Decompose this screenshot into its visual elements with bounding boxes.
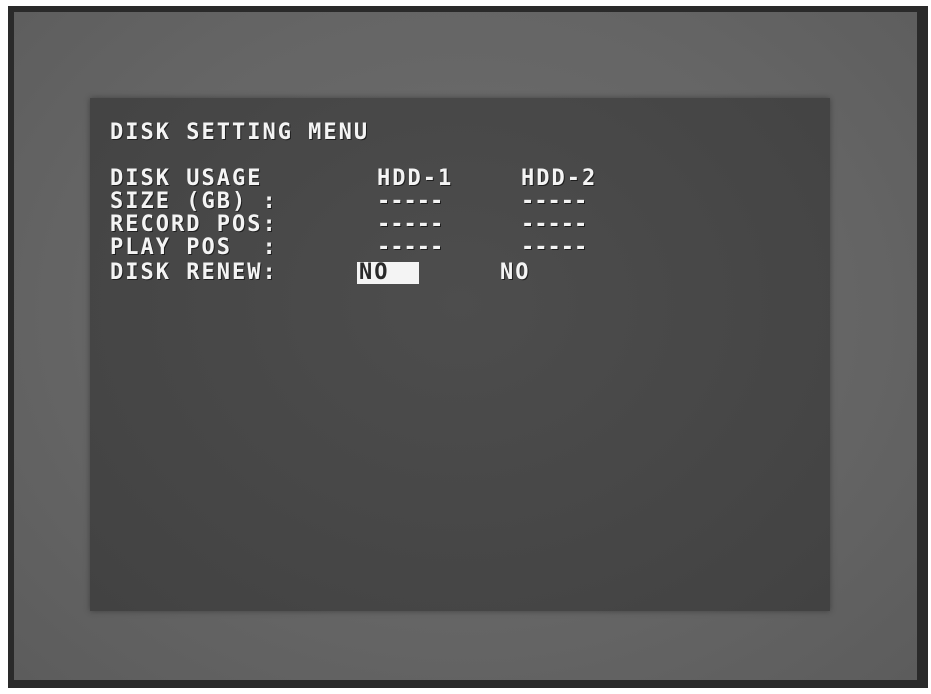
record-pos-label: RECORD POS: <box>110 212 278 237</box>
hdd2-header: HDD-2 <box>521 166 598 191</box>
disk-renew-hdd1-value: NO <box>359 260 390 285</box>
play-pos-hdd2-value: ----- <box>521 235 588 260</box>
play-pos-hdd1-value: ----- <box>377 235 444 260</box>
play-pos-label: PLAY POS : <box>110 235 278 260</box>
disk-renew-label: DISK RENEW: <box>110 260 278 285</box>
menu-title: DISK SETTING MENU <box>110 120 370 145</box>
size-hdd1-value: ----- <box>377 189 444 214</box>
size-label: SIZE (GB) : <box>110 189 278 214</box>
record-pos-hdd1-value: ----- <box>377 212 444 237</box>
record-pos-hdd2-value: ----- <box>521 212 588 237</box>
hdd1-header: HDD-1 <box>377 166 454 191</box>
disk-renew-hdd2-selector[interactable]: NO <box>500 262 531 284</box>
disk-renew-hdd1-selector[interactable]: NO <box>357 262 419 284</box>
size-hdd2-value: ----- <box>521 189 588 214</box>
disk-usage-label: DISK USAGE <box>110 166 263 191</box>
